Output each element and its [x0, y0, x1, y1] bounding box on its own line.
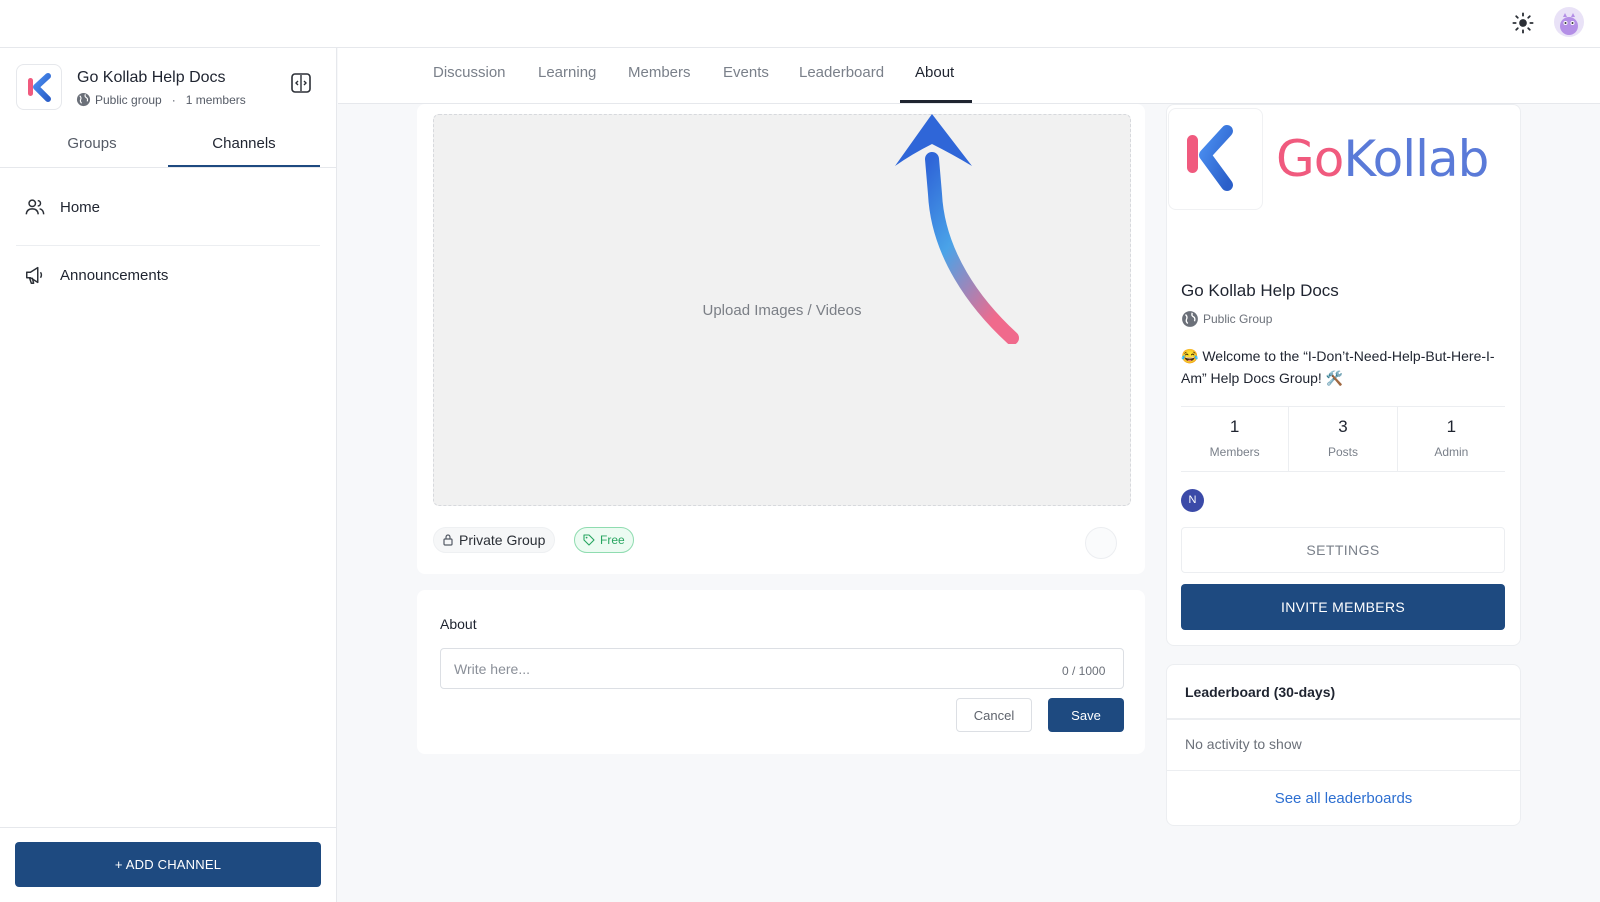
- top-bar: [0, 0, 1600, 48]
- divider: [0, 167, 337, 168]
- tag-icon: [583, 534, 595, 546]
- brand-wordmark: GoKollab: [1276, 130, 1489, 188]
- theme-toggle-icon[interactable]: [1512, 12, 1534, 34]
- sidebar-item-label: Home: [60, 198, 101, 216]
- price-chip[interactable]: Free: [574, 527, 634, 553]
- member-avatar[interactable]: N: [1181, 489, 1204, 512]
- about-title: About: [440, 616, 477, 632]
- globe-icon: [76, 92, 91, 107]
- tab-leaderboard[interactable]: Leaderboard: [799, 64, 884, 81]
- stat-posts: 3 Posts: [1288, 407, 1396, 471]
- user-avatar[interactable]: [1554, 7, 1584, 37]
- add-channel-button[interactable]: + ADD CHANNEL: [15, 842, 321, 887]
- tab-discussion[interactable]: Discussion: [433, 64, 506, 81]
- price-chip-label: Free: [600, 533, 625, 547]
- leaderboard-title: Leaderboard (30-days): [1185, 684, 1336, 700]
- collapse-sidebar-icon[interactable]: [290, 72, 312, 94]
- tab-learning[interactable]: Learning: [538, 64, 596, 81]
- sidebar-tabs: Groups Channels: [16, 124, 320, 168]
- stat-value: 1: [1229, 417, 1240, 436]
- divider: [1167, 718, 1520, 720]
- tab-members[interactable]: Members: [628, 64, 691, 81]
- sidebar: Go Kollab Help Docs Public group · 1 mem…: [0, 48, 337, 902]
- sidebar-item-announcements[interactable]: Announcements: [24, 264, 168, 286]
- save-button[interactable]: Save: [1048, 698, 1124, 732]
- group-stats: 1 Members 3 Posts 1 Admin: [1181, 406, 1505, 472]
- people-icon: [25, 199, 45, 215]
- leaderboard-empty: No activity to show: [1185, 736, 1302, 752]
- group-nav: Discussion Learning Members Events Leade…: [338, 48, 1600, 104]
- active-tab-indicator: [900, 100, 972, 103]
- tab-events[interactable]: Events: [723, 64, 769, 81]
- divider: [16, 245, 320, 246]
- group-card-title: Go Kollab Help Docs: [1181, 281, 1339, 300]
- upload-label: Upload Images / Videos: [702, 301, 862, 319]
- sidebar-item-label: Announcements: [60, 266, 169, 284]
- options-button[interactable]: [1085, 527, 1117, 559]
- stat-label: Members: [1209, 445, 1260, 459]
- megaphone-icon: [26, 266, 43, 284]
- see-all-leaderboards-link[interactable]: See all leaderboards: [1167, 790, 1520, 807]
- k-logo-icon: [1187, 125, 1233, 191]
- group-meta: Public group · 1 members: [76, 92, 246, 107]
- group-visibility: Public group: [95, 92, 162, 107]
- cancel-button[interactable]: Cancel: [956, 698, 1032, 732]
- tab-groups[interactable]: Groups: [16, 124, 168, 168]
- settings-button[interactable]: SETTINGS: [1181, 527, 1505, 573]
- divider: [0, 827, 337, 828]
- invite-members-button[interactable]: INVITE MEMBERS: [1181, 584, 1505, 630]
- stat-value: 3: [1338, 417, 1348, 436]
- sidebar-item-home[interactable]: Home: [24, 196, 100, 218]
- visibility-label: Public Group: [1203, 312, 1273, 326]
- char-counter: 0 / 1000: [1062, 664, 1106, 678]
- stat-members: 1 Members: [1181, 407, 1288, 471]
- group-logo: [16, 64, 62, 110]
- stat-admin: 1 Admin: [1396, 407, 1505, 471]
- stat-label: Posts: [1327, 445, 1358, 459]
- privacy-chip-label: Private Group: [459, 532, 546, 548]
- tab-channels[interactable]: Channels: [168, 124, 320, 168]
- group-card-visibility: Public Group: [1181, 310, 1272, 328]
- stat-label: Admin: [1434, 445, 1469, 459]
- divider: [1167, 770, 1520, 771]
- globe-icon: [1182, 311, 1198, 327]
- meta-separator: ·: [171, 92, 176, 107]
- k-logo-icon: [28, 73, 51, 102]
- monster-avatar-icon: [1560, 13, 1578, 35]
- brand-logo: [1168, 108, 1263, 210]
- tab-about[interactable]: About: [915, 64, 954, 81]
- group-members-count: 1 members: [185, 92, 246, 107]
- brand-wordmark-kollab: Kollab: [1343, 130, 1489, 188]
- lock-icon: [443, 534, 453, 546]
- brand-wordmark-go: Go: [1276, 130, 1344, 188]
- upload-dropzone[interactable]: Upload Images / Videos: [433, 114, 1131, 506]
- group-description: 😂 Welcome to the “I-Don’t-Need-Help-But-…: [1181, 348, 1495, 386]
- about-input[interactable]: [440, 648, 1124, 689]
- group-title: Go Kollab Help Docs: [77, 69, 226, 86]
- privacy-chip[interactable]: Private Group: [433, 527, 556, 553]
- stat-value: 1: [1446, 417, 1457, 436]
